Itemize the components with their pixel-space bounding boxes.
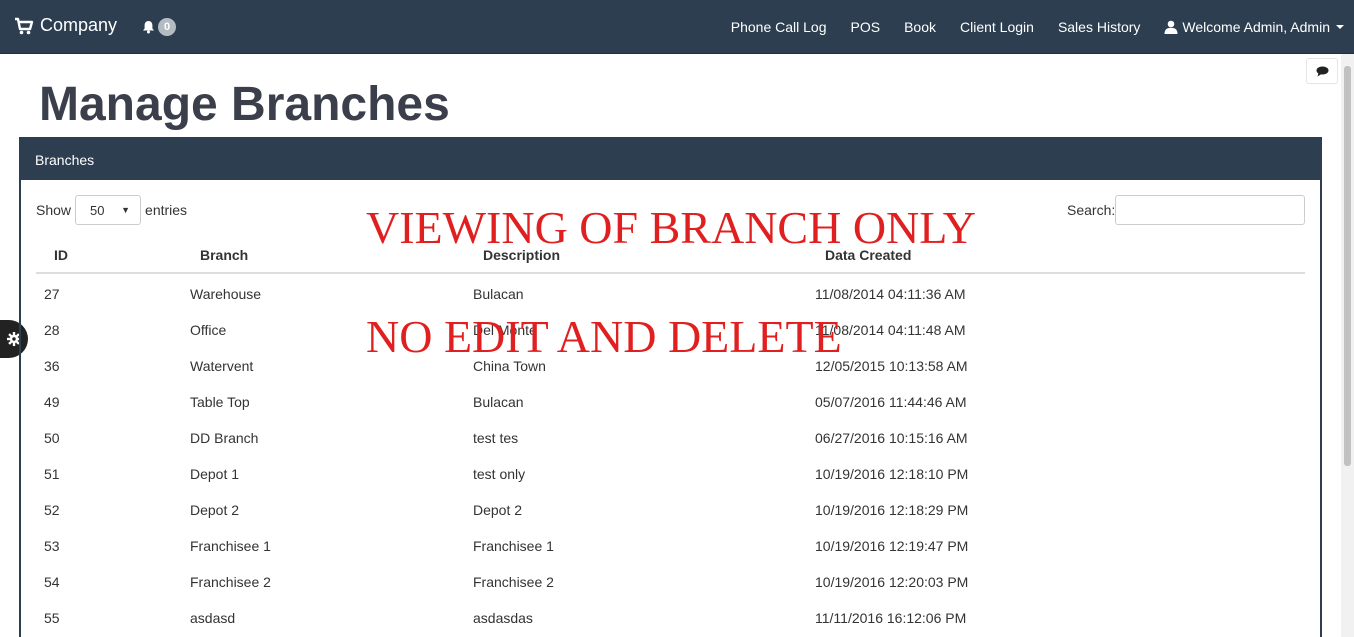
cell-data-created: 10/19/2016 12:19:47 PM (815, 538, 969, 554)
column-header-branch[interactable]: Branch (200, 247, 248, 263)
cell-branch: Watervent (190, 358, 254, 374)
cell-data-created: 10/19/2016 12:18:29 PM (815, 502, 969, 518)
cell-id: 54 (44, 574, 60, 590)
cell-data-created: 10/19/2016 12:18:10 PM (815, 466, 969, 482)
bell-icon (143, 21, 154, 34)
chevron-down-icon (1336, 25, 1344, 29)
cell-description: Franchisee 2 (473, 574, 554, 590)
table-row: 55 asdasd asdasdas 11/11/2016 16:12:06 P… (36, 599, 1305, 635)
entries-per-page-value: 50 (90, 202, 105, 218)
entries-label: entries (145, 202, 188, 218)
cell-id: 50 (44, 430, 60, 446)
table-row: 51 Depot 1 test only 10/19/2016 12:18:10… (36, 455, 1305, 491)
cell-data-created: 05/07/2016 11:44:46 AM (815, 394, 967, 410)
cell-id: 27 (44, 286, 60, 302)
cell-description: Depot 2 (473, 502, 523, 518)
shopping-cart-icon (15, 17, 34, 34)
page-title: Manage Branches (39, 78, 450, 131)
notifications-button[interactable]: 0 (142, 18, 177, 36)
cell-data-created: 10/19/2016 12:20:03 PM (815, 574, 969, 590)
brand-link[interactable]: Company (14, 15, 117, 36)
table-row: 27 Warehouse Bulacan 11/08/2014 04:11:36… (36, 275, 1305, 311)
page-scrollbar[interactable] (1341, 54, 1354, 637)
brand-label: Company (40, 15, 118, 35)
search-input[interactable] (1115, 195, 1305, 225)
show-entries-control: Show 50 ▼ entries (36, 195, 187, 225)
top-navbar: Company 0 Phone Call Log POS Book Client… (0, 0, 1354, 54)
chat-bubble-icon (1316, 66, 1328, 76)
search-label: Search: (1067, 202, 1116, 218)
cell-description: Franchisee 1 (473, 538, 554, 554)
notification-count-badge: 0 (158, 18, 177, 36)
cell-id: 49 (44, 394, 60, 410)
cell-description: test tes (473, 430, 519, 446)
nav-phone-call-log[interactable]: Phone Call Log (719, 19, 839, 35)
cell-data-created: 11/08/2014 04:11:36 AM (815, 286, 966, 302)
user-icon (1164, 20, 1178, 34)
column-header-id[interactable]: ID (54, 247, 68, 263)
cell-branch: Franchisee 1 (190, 538, 271, 554)
nav-client-login[interactable]: Client Login (948, 19, 1046, 35)
table-row: 54 Franchisee 2 Franchisee 2 10/19/2016 … (36, 563, 1305, 599)
cell-id: 28 (44, 322, 60, 338)
annotation-no-edit-delete: NO EDIT AND DELETE (366, 311, 842, 362)
table-row: 49 Table Top Bulacan 05/07/2016 11:44:46… (36, 383, 1305, 419)
user-menu-label: Welcome Admin, Admin (1182, 19, 1330, 35)
table-row: 50 DD Branch test tes 06/27/2016 10:15:1… (36, 419, 1305, 455)
table-row: 52 Depot 2 Depot 2 10/19/2016 12:18:29 P… (36, 491, 1305, 527)
cell-description: Bulacan (473, 286, 524, 302)
show-label: Show (36, 202, 72, 218)
cell-branch: Depot 2 (190, 502, 240, 518)
cell-data-created: 06/27/2016 10:15:16 AM (815, 430, 968, 446)
cell-id: 52 (44, 502, 60, 518)
cell-id: 36 (44, 358, 60, 374)
dropdown-arrow-icon: ▼ (121, 205, 131, 215)
cell-id: 55 (44, 610, 60, 626)
cell-branch: DD Branch (190, 430, 259, 446)
cell-data-created: 11/11/2016 16:12:06 PM (815, 610, 967, 626)
nav-links: Phone Call Log POS Book Client Login Sal… (719, 0, 1354, 54)
scrollbar-thumb[interactable] (1344, 66, 1351, 466)
cell-id: 53 (44, 538, 60, 554)
cell-id: 51 (44, 466, 60, 482)
cell-branch: Warehouse (190, 286, 262, 302)
cell-branch: Table Top (190, 394, 250, 410)
nav-book[interactable]: Book (892, 19, 948, 35)
chat-button[interactable] (1306, 58, 1338, 84)
cell-branch: asdasd (190, 610, 236, 626)
nav-sales-history[interactable]: Sales History (1046, 19, 1152, 35)
panel-heading: Branches (21, 139, 1320, 180)
cell-description: test only (473, 466, 526, 482)
cell-branch: Depot 1 (190, 466, 240, 482)
table-row: 53 Franchisee 1 Franchisee 1 10/19/2016 … (36, 527, 1305, 563)
user-menu-dropdown[interactable]: Welcome Admin, Admin (1152, 19, 1354, 35)
nav-pos[interactable]: POS (839, 19, 893, 35)
annotation-viewing-only: VIEWING OF BRANCH ONLY (366, 202, 976, 253)
entries-per-page-select[interactable]: 50 ▼ (75, 195, 142, 225)
cell-description: Bulacan (473, 394, 524, 410)
cell-branch: Franchisee 2 (190, 574, 271, 590)
cell-description: asdasdas (473, 610, 533, 626)
cell-branch: Office (190, 322, 227, 338)
